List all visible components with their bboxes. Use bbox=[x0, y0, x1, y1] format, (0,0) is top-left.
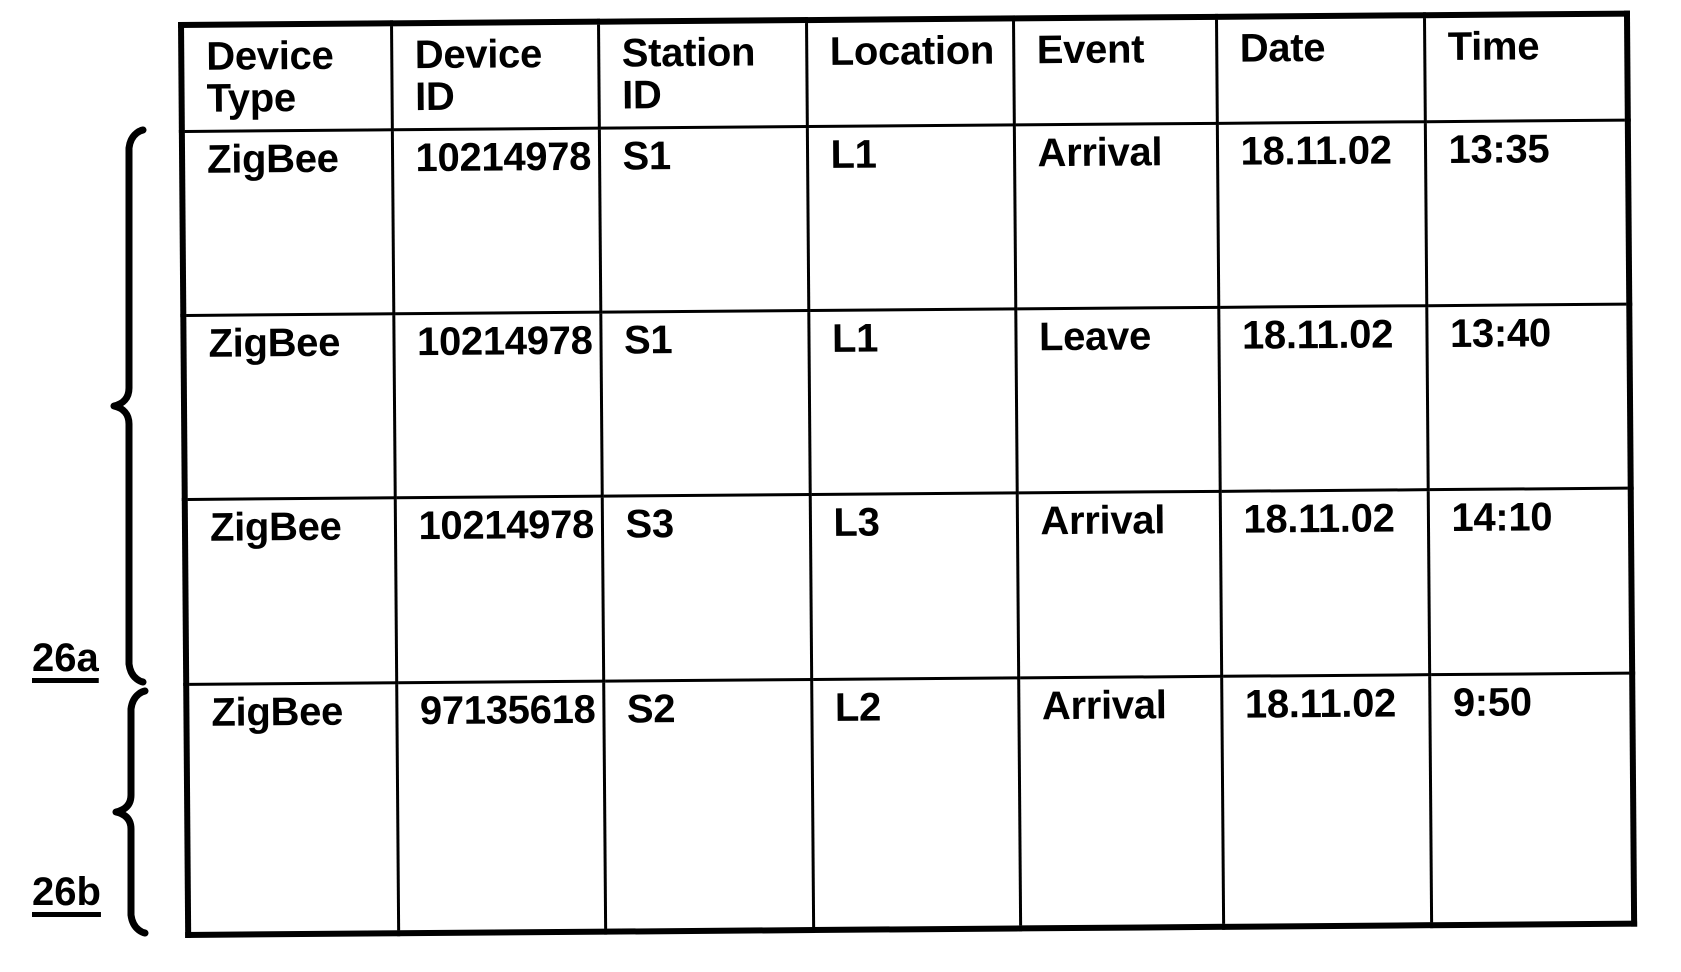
column-header-location: Location bbox=[806, 18, 1014, 127]
cell-event: Arrival bbox=[1016, 491, 1222, 678]
annotation-26a: 26a bbox=[32, 126, 149, 691]
column-header-time: Time bbox=[1423, 13, 1628, 122]
column-header-device-id: Device ID bbox=[391, 21, 599, 130]
cell-device-id: 10214978 bbox=[393, 312, 602, 499]
device-event-log-table: Device Type Device ID Station ID Locatio… bbox=[178, 10, 1638, 938]
table-row: ZigBee 10214978 S3 L3 Arrival 18.11.02 1… bbox=[184, 488, 1633, 685]
cell-event: Arrival bbox=[1018, 676, 1224, 929]
cell-location: L1 bbox=[808, 308, 1017, 495]
annotation-26b: 26b bbox=[32, 687, 151, 938]
cell-device-type: ZigBee bbox=[183, 313, 395, 500]
cell-date: 18.11.02 bbox=[1221, 674, 1432, 927]
cell-device-type: ZigBee bbox=[186, 682, 399, 935]
column-header-date-line1: Date bbox=[1239, 25, 1326, 71]
column-header-station-id: Station ID bbox=[598, 20, 807, 128]
column-header-device-type-line1: Device bbox=[206, 33, 334, 79]
cell-location: L3 bbox=[809, 493, 1019, 680]
table-row: ZigBee 10214978 S1 L1 Arrival 18.11.02 1… bbox=[181, 119, 1630, 316]
cell-station-id: S3 bbox=[601, 494, 812, 682]
annotation-26a-label: 26a bbox=[32, 636, 99, 680]
patent-figure: 26a 26b Device Type Device ID Station ID… bbox=[0, 0, 1681, 972]
cell-device-type: ZigBee bbox=[181, 129, 394, 316]
curly-brace-icon bbox=[109, 126, 149, 691]
cell-station-id: S1 bbox=[600, 310, 810, 497]
cell-device-type: ZigBee bbox=[184, 498, 397, 685]
column-header-device-type-line2: Type bbox=[206, 76, 296, 122]
column-header-time-line1: Time bbox=[1447, 24, 1540, 70]
cell-device-id: 10214978 bbox=[391, 127, 601, 314]
annotation-26b-label: 26b bbox=[32, 870, 101, 914]
curly-brace-icon bbox=[111, 687, 151, 942]
table-header-row: Device Type Device ID Station ID Locatio… bbox=[181, 13, 1628, 131]
cell-event: Arrival bbox=[1013, 122, 1219, 309]
cell-date: 18.11.02 bbox=[1219, 490, 1430, 677]
cell-time: 14:10 bbox=[1427, 488, 1633, 675]
cell-time: 9:50 bbox=[1429, 672, 1635, 926]
column-header-event-line1: Event bbox=[1036, 27, 1145, 73]
device-event-log-table-wrapper: Device Type Device ID Station ID Locatio… bbox=[178, 10, 1638, 938]
cell-station-id: S2 bbox=[603, 679, 814, 932]
cell-date: 18.11.02 bbox=[1216, 121, 1427, 308]
table-row: ZigBee 97135618 S2 L2 Arrival 18.11.02 9… bbox=[186, 672, 1635, 935]
column-header-date: Date bbox=[1215, 15, 1425, 123]
table-row: ZigBee 10214978 S1 L1 Leave 18.11.02 13:… bbox=[183, 304, 1631, 500]
cell-time: 13:35 bbox=[1424, 119, 1630, 306]
cell-station-id: S1 bbox=[598, 126, 809, 313]
column-header-location-line1: Location bbox=[829, 28, 995, 74]
column-header-station-id-line1: Station bbox=[621, 30, 756, 76]
cell-location: L1 bbox=[806, 124, 1016, 311]
cell-time: 13:40 bbox=[1426, 304, 1631, 491]
column-header-device-type: Device Type bbox=[181, 23, 392, 131]
column-header-station-id-line2: ID bbox=[621, 73, 662, 118]
cell-device-id: 97135618 bbox=[396, 681, 606, 934]
cell-event: Leave bbox=[1015, 307, 1220, 494]
column-header-device-id-line2: ID bbox=[414, 75, 455, 120]
column-header-device-id-line1: Device bbox=[414, 32, 543, 78]
cell-location: L2 bbox=[811, 677, 1021, 931]
column-header-event: Event bbox=[1012, 16, 1217, 125]
cell-device-id: 10214978 bbox=[394, 496, 604, 683]
cell-date: 18.11.02 bbox=[1218, 305, 1428, 492]
